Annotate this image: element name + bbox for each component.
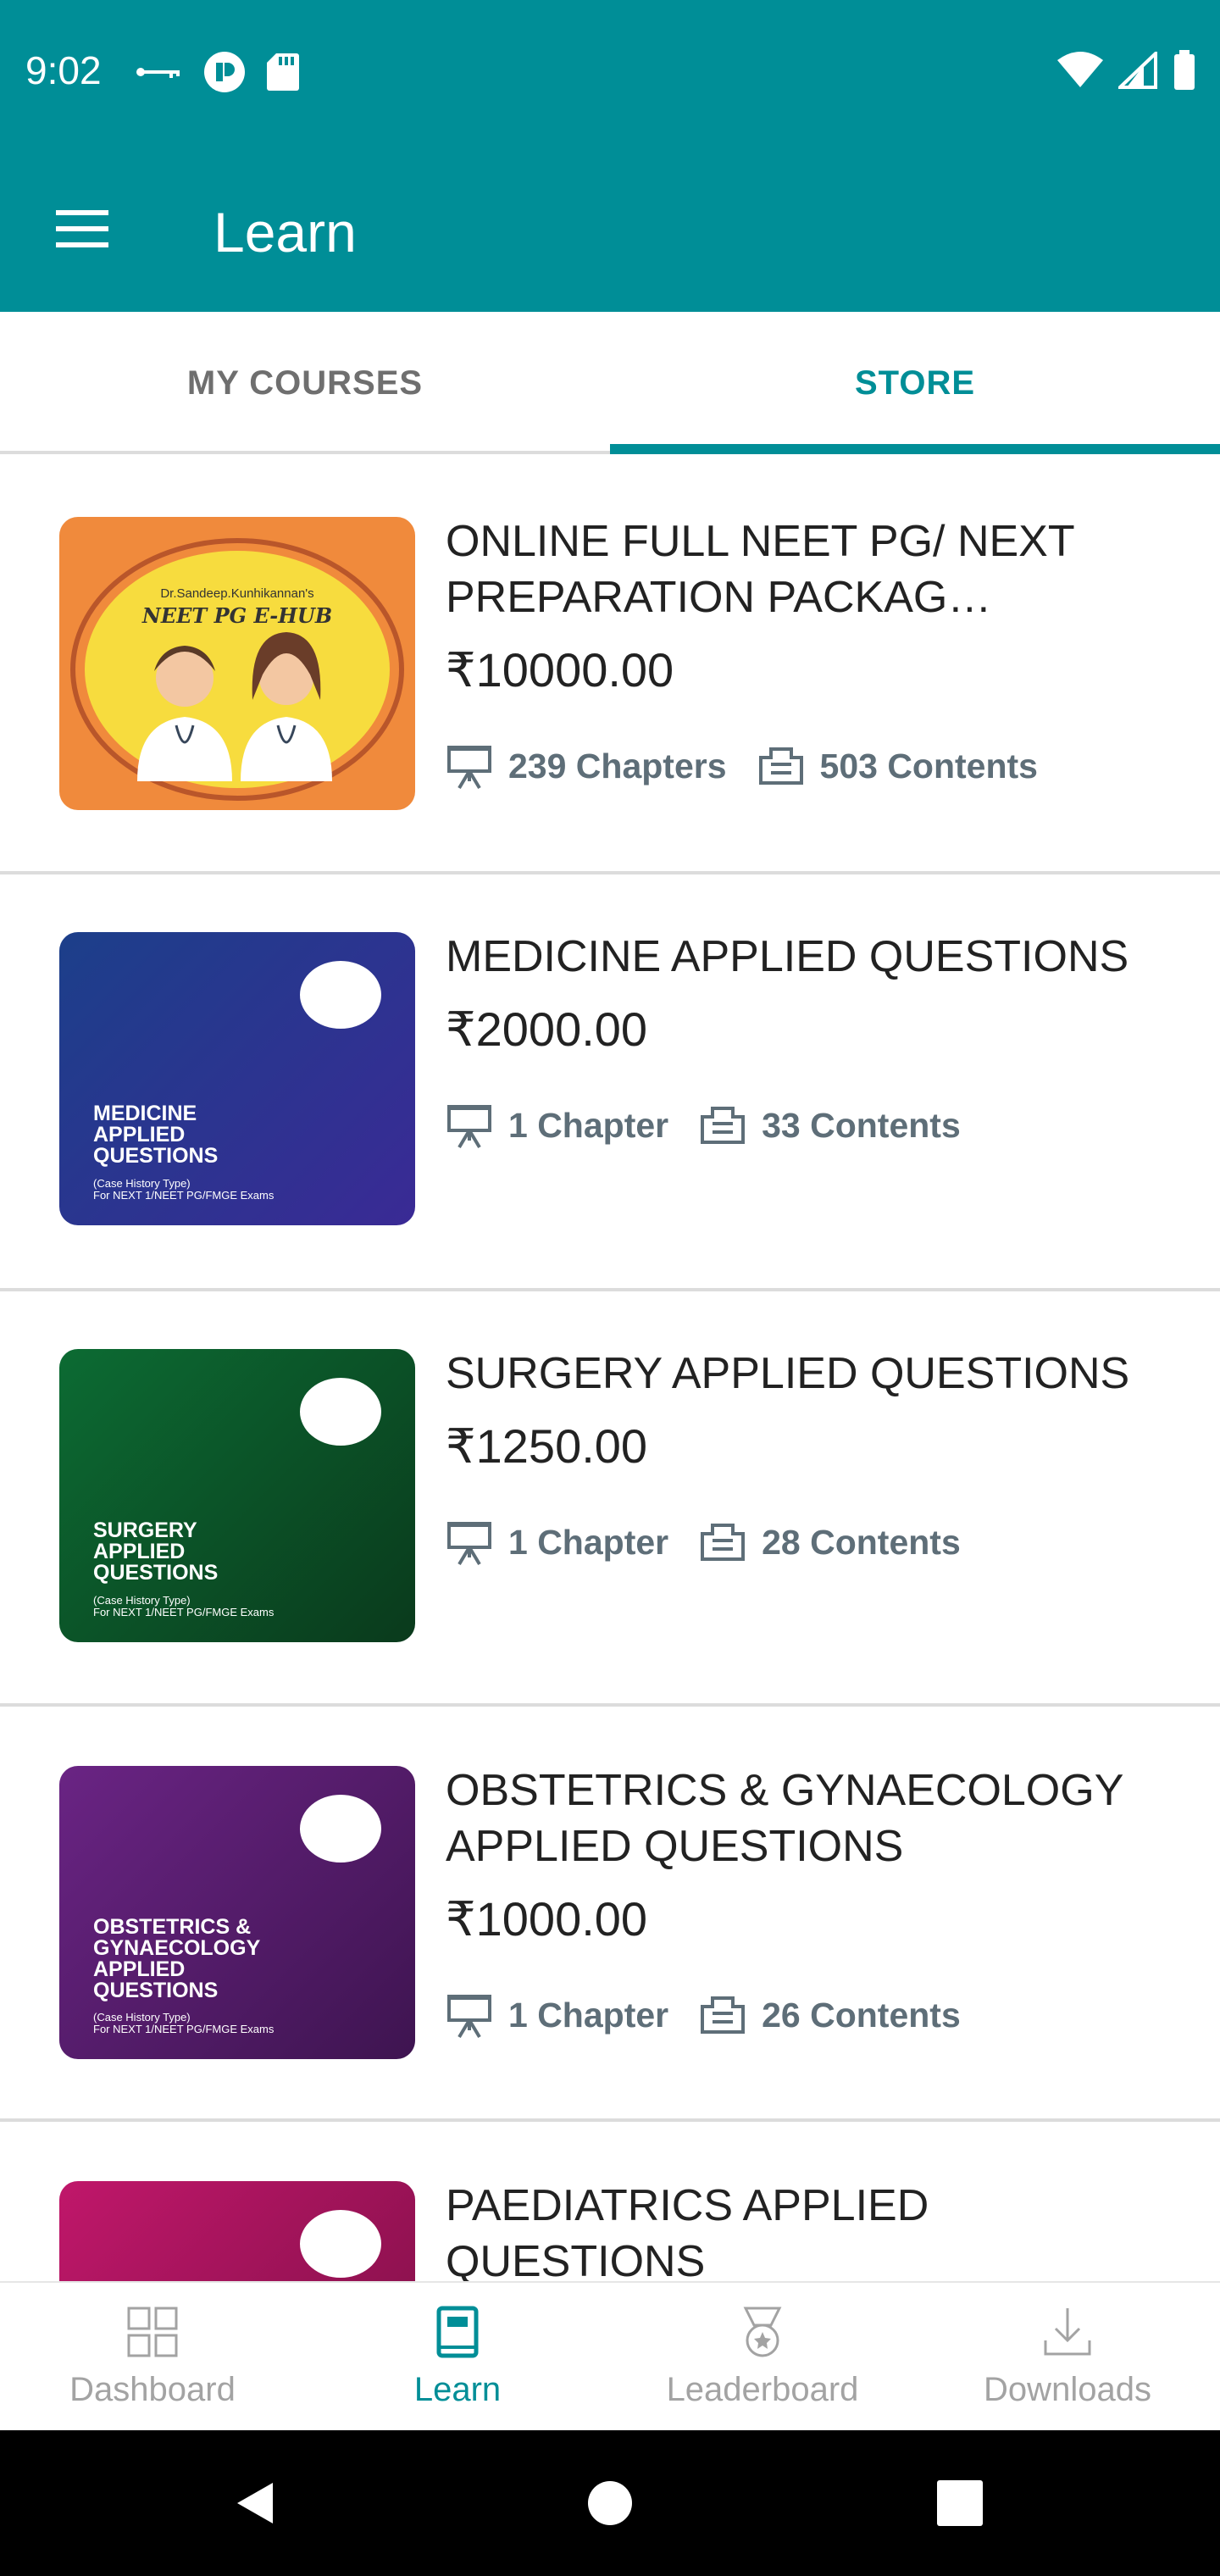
- medal-icon: [743, 2307, 782, 2357]
- menu-button[interactable]: [44, 197, 115, 261]
- course-thumbnail: MEDICINE APPLIED QUESTIONS (Case History T…: [59, 932, 415, 1225]
- chapters-count: 1 Chapter: [508, 1105, 669, 1145]
- thumbnail-subtitle-2: For NEXT 1/NEET PG/FMGE Exams: [93, 2023, 274, 2035]
- signal-icon: [1118, 52, 1157, 89]
- emblem-logo: [300, 2210, 381, 2278]
- status-icons-left: [136, 51, 300, 93]
- download-icon: [1044, 2308, 1091, 2356]
- contents-icon: [758, 747, 803, 785]
- chapters-icon: [447, 1105, 491, 1149]
- battery-icon: [1174, 50, 1195, 90]
- status-bar: 9:02: [0, 0, 1220, 146]
- contents-count: 26 Contents: [762, 1995, 961, 2035]
- course-price: ₹2000.00: [446, 1002, 648, 1056]
- nav-dashboard[interactable]: Dashboard: [0, 2283, 305, 2432]
- thumbnail-subtitle-2: For NEXT 1/NEET PG/FMGE Exams: [93, 1189, 274, 1202]
- course-price: ₹1000.00: [446, 1892, 648, 1946]
- home-icon[interactable]: [586, 2479, 634, 2527]
- emblem-logo: [300, 1795, 381, 1863]
- thumbnail-subtitle-2: For NEXT 1/NEET PG/FMGE Exams: [93, 1606, 274, 1618]
- wifi-icon: [1057, 52, 1103, 87]
- course-card[interactable]: MEDICINE APPLIED QUESTIONS (Case History T…: [0, 874, 1220, 1291]
- sd-card-icon: [267, 53, 299, 91]
- chapters-count: 239 Chapters: [508, 746, 727, 786]
- nav-label: Downloads: [984, 2371, 1151, 2408]
- dashboard-icon: [127, 2307, 178, 2357]
- contents-icon: [701, 1996, 746, 2034]
- course-meta: 1 Chapter 26 Contents: [446, 1990, 961, 2040]
- contents-icon: [701, 1107, 746, 1144]
- nav-learn[interactable]: Learn: [305, 2283, 610, 2432]
- thumbnail-heading: MEDICINE APPLIED QUESTIONS: [93, 1102, 219, 1168]
- chapters-count: 1 Chapter: [508, 1995, 669, 2035]
- contents-icon: [701, 1524, 746, 1561]
- tab-indicator: [610, 444, 1220, 454]
- key-icon: [136, 68, 180, 78]
- emblem-logo: [300, 1378, 381, 1446]
- back-icon[interactable]: [230, 2478, 281, 2529]
- emblem-logo: [300, 961, 381, 1029]
- course-thumbnail: OBSTETRICS & GYNAECOLOGY APPLIED QUESTIONS …: [59, 1766, 415, 2059]
- thumbnail-heading: SURGERY APPLIED QUESTIONS: [93, 1518, 219, 1585]
- course-meta: 1 Chapter 28 Contents: [446, 1517, 961, 1568]
- contents-count: 503 Contents: [819, 746, 1038, 786]
- course-card[interactable]: PAEDIATRICS APPLIED QUESTIONS: [0, 2122, 1220, 2281]
- thumbnail-brand-small: Dr.Sandeep.Kunhikannan's: [160, 586, 314, 601]
- course-meta: 1 Chapter 33 Contents: [446, 1100, 961, 1151]
- contents-count: 33 Contents: [762, 1105, 961, 1145]
- course-title: MEDICINE APPLIED QUESTIONS: [446, 932, 1129, 981]
- system-navigation-bar: [0, 2430, 1220, 2576]
- course-card[interactable]: Dr.Sandeep.Kunhikannan's NEET PG E-HUB O…: [0, 458, 1220, 874]
- chapters-icon: [447, 1995, 491, 2039]
- thumbnail-subtitle: (Case History Type): [93, 2011, 191, 2024]
- chapters-icon: [447, 1522, 491, 1566]
- course-title: OBSTETRICS & GYNAECOLOGY APPLIED QUESTIO…: [446, 1766, 1123, 1871]
- thumbnail-brand: NEET PG E-HUB: [141, 603, 333, 628]
- course-price: ₹1250.00: [446, 1419, 648, 1473]
- page-title: Learn: [214, 201, 357, 264]
- tab-my-courses[interactable]: MY COURSES: [0, 312, 610, 454]
- course-card[interactable]: OBSTETRICS & GYNAECOLOGY APPLIED QUESTIONS …: [0, 1707, 1220, 2122]
- contents-count: 28 Contents: [762, 1522, 961, 1562]
- nav-label: Dashboard: [69, 2371, 236, 2408]
- thumbnail-heading: OBSTETRICS & GYNAECOLOGY APPLIED QUESTIONS: [93, 1915, 261, 2002]
- book-icon: [436, 2306, 479, 2358]
- nav-label: Learn: [413, 2371, 502, 2408]
- course-card[interactable]: SURGERY APPLIED QUESTIONS (Case History Ty…: [0, 1291, 1220, 1707]
- course-thumbnail: SURGERY APPLIED QUESTIONS (Case History Ty…: [59, 1349, 415, 1642]
- nav-leaderboard[interactable]: Leaderboard: [610, 2283, 915, 2432]
- course-title: ONLINE FULL NEET PG/ NEXT PREPARATION PA…: [446, 517, 1074, 622]
- course-thumbnail: [59, 2181, 415, 2281]
- status-time: 9:02: [25, 48, 102, 92]
- course-thumbnail: Dr.Sandeep.Kunhikannan's NEET PG E-HUB: [59, 517, 415, 810]
- course-title: SURGERY APPLIED QUESTIONS: [446, 1349, 1130, 1398]
- chapters-count: 1 Chapter: [508, 1522, 669, 1562]
- course-title: PAEDIATRICS APPLIED QUESTIONS: [446, 2181, 929, 2281]
- doctors-illustration: [70, 538, 404, 801]
- nav-downloads[interactable]: Downloads: [915, 2283, 1220, 2432]
- bottom-navigation: Dashboard Learn Leaderboard Downloads: [0, 2281, 1220, 2430]
- app-notification-icon: [204, 52, 245, 92]
- hamburger-menu-icon: [56, 210, 108, 247]
- chapters-icon: [447, 746, 491, 790]
- tab-bar: MY COURSES STORE: [0, 312, 1220, 454]
- status-icons-right: [1057, 49, 1196, 92]
- recents-icon[interactable]: [937, 2480, 983, 2526]
- course-price: ₹10000.00: [446, 643, 674, 697]
- tab-store[interactable]: STORE: [610, 312, 1220, 454]
- thumbnail-subtitle: (Case History Type): [93, 1594, 191, 1607]
- nav-label: Leaderboard: [666, 2371, 859, 2408]
- course-meta: 239 Chapters 503 Contents: [446, 741, 1038, 791]
- app-bar: Learn: [0, 146, 1220, 312]
- thumbnail-subtitle: (Case History Type): [93, 1177, 191, 1190]
